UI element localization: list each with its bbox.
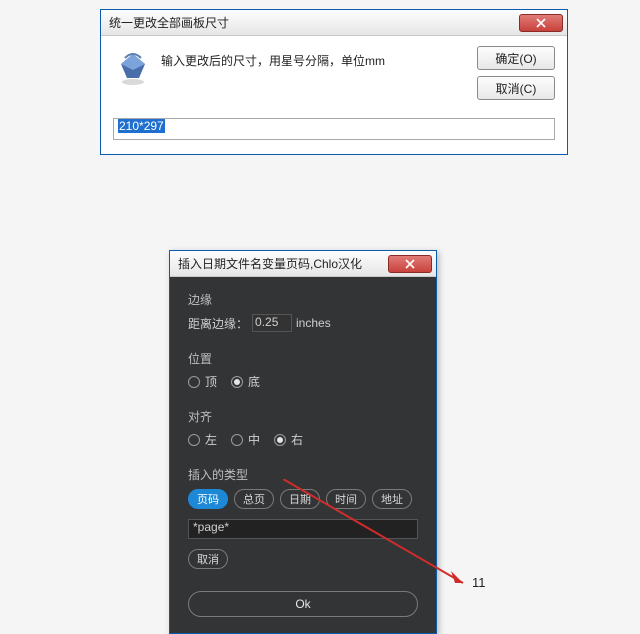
page-number: 11 <box>472 575 486 590</box>
close-button[interactable] <box>388 255 432 273</box>
position-radio-top[interactable]: 顶 <box>188 373 217 390</box>
margin-input[interactable]: 0.25 <box>252 314 292 332</box>
align-group: 对齐 左 中 右 <box>188 408 418 448</box>
position-radios: 顶 底 <box>188 373 418 390</box>
pill-time[interactable]: 时间 <box>326 489 366 509</box>
radio-label: 中 <box>248 431 260 448</box>
cancel-button[interactable]: 取消(C) <box>477 76 555 100</box>
dialog-body: 边缘 距离边缘： 0.25 inches 位置 顶 底 对齐 左 中 右 插入的… <box>170 277 436 633</box>
ok-button[interactable]: 确定(O) <box>477 46 555 70</box>
insert-type-group: 插入的类型 页码 总页 日期 时间 地址 文件名 *page* 取消 <box>188 466 418 569</box>
align-radio-center[interactable]: 中 <box>231 431 260 448</box>
pill-page[interactable]: 页码 <box>188 489 228 509</box>
ok-button[interactable]: Ok <box>188 591 418 617</box>
size-input[interactable]: 210*297 <box>113 118 555 140</box>
margin-group: 边缘 距离边缘： 0.25 inches <box>188 291 418 332</box>
radio-label: 左 <box>205 431 217 448</box>
align-radio-left[interactable]: 左 <box>188 431 217 448</box>
align-label: 对齐 <box>188 408 418 425</box>
pill-path[interactable]: 地址 <box>372 489 412 509</box>
radio-label: 右 <box>291 431 303 448</box>
radio-label: 顶 <box>205 373 217 390</box>
pill-total[interactable]: 总页 <box>234 489 274 509</box>
dialog-body: 输入更改后的尺寸，用星号分隔，单位mm 确定(O) 取消(C) 210*297 <box>101 36 567 154</box>
resize-artboards-dialog: 统一更改全部画板尺寸 输入更改后的尺寸，用星号分隔，单位mm 确定(O) 取消(… <box>100 9 568 155</box>
insert-variable-dialog: 插入日期文件名变量页码,Chlo汉化 边缘 距离边缘： 0.25 inches … <box>169 250 437 634</box>
margin-unit: inches <box>296 316 331 330</box>
titlebar[interactable]: 统一更改全部画板尺寸 <box>101 10 567 36</box>
position-radio-bottom[interactable]: 底 <box>231 373 260 390</box>
radio-label: 底 <box>248 373 260 390</box>
align-radio-right[interactable]: 右 <box>274 431 303 448</box>
dialog-message: 输入更改后的尺寸，用星号分隔，单位mm <box>161 46 469 69</box>
insert-type-pills: 页码 总页 日期 时间 地址 文件名 <box>188 489 418 509</box>
expression-input[interactable]: *page* <box>188 519 418 539</box>
dialog-title: 统一更改全部画板尺寸 <box>109 14 519 31</box>
position-group: 位置 顶 底 <box>188 350 418 390</box>
close-button[interactable] <box>519 14 563 32</box>
pill-date[interactable]: 日期 <box>280 489 320 509</box>
margin-field-label: 距离边缘： <box>188 315 248 332</box>
cancel-button[interactable]: 取消 <box>188 549 228 569</box>
margin-label: 边缘 <box>188 291 418 308</box>
position-label: 位置 <box>188 350 418 367</box>
close-icon <box>536 18 546 28</box>
dialog-title: 插入日期文件名变量页码,Chlo汉化 <box>178 255 388 272</box>
titlebar[interactable]: 插入日期文件名变量页码,Chlo汉化 <box>170 251 436 277</box>
align-radios: 左 中 右 <box>188 431 418 448</box>
size-input-value: 210*297 <box>118 119 165 133</box>
info-icon <box>113 46 153 90</box>
insert-type-label: 插入的类型 <box>188 466 418 483</box>
close-icon <box>405 259 415 269</box>
